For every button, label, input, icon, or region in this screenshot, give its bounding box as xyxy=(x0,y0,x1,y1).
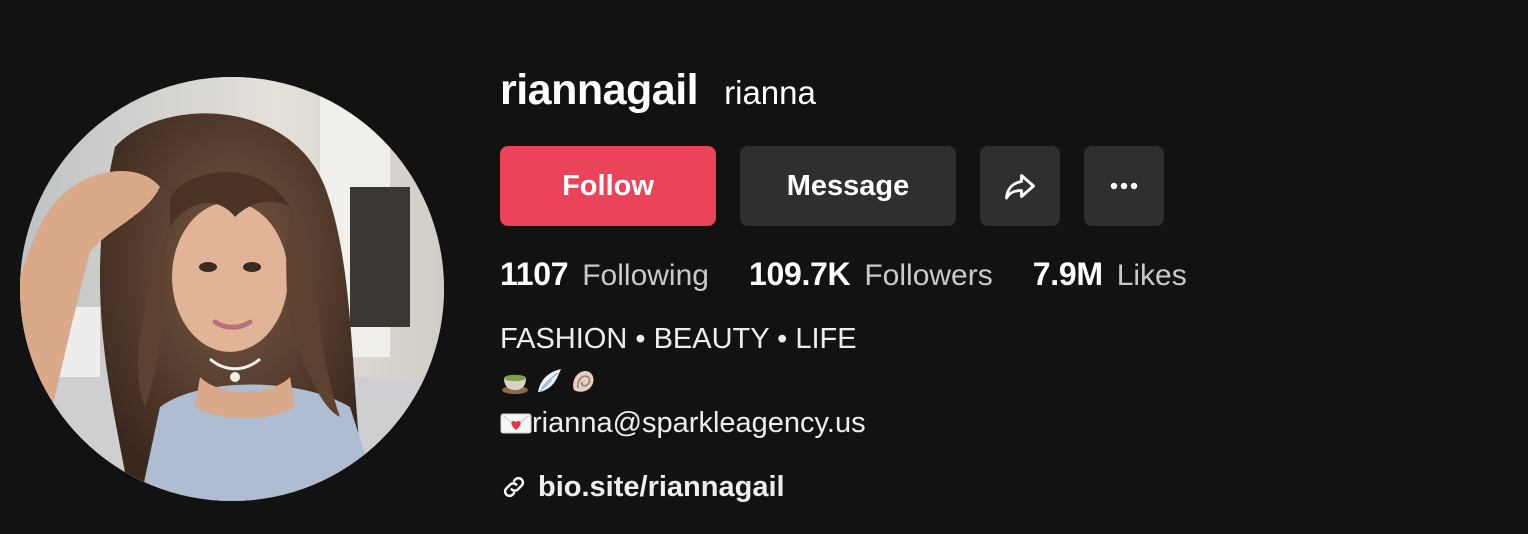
stat-label: Following xyxy=(582,259,709,292)
bio-email: rianna@sparkleagency.us xyxy=(532,407,866,439)
bio-emojis xyxy=(500,360,1500,402)
stat-followers[interactable]: 109.7K Followers xyxy=(749,256,993,293)
stat-value: 1107 xyxy=(500,256,569,292)
stat-value: 109.7K xyxy=(748,256,851,292)
link-icon xyxy=(503,476,525,498)
bio-link[interactable]: bio.site/riannagail xyxy=(500,466,1500,508)
stat-label: Followers xyxy=(864,259,993,292)
profile-stats: 1107 Following 109.7K Followers 7.9M Lik… xyxy=(500,256,1500,296)
more-options-button[interactable] xyxy=(1084,146,1164,226)
more-dots-icon xyxy=(1110,182,1138,190)
love-letter-emoji xyxy=(500,413,532,434)
bio-link-text[interactable]: bio.site/riannagail xyxy=(538,471,785,504)
spiral-shell-emoji xyxy=(573,371,594,392)
matcha-bowl-emoji xyxy=(502,374,528,394)
message-button[interactable]: Message xyxy=(740,146,956,226)
share-button[interactable] xyxy=(980,146,1060,226)
profile-header: riannagail rianna Follow Message 1107 Fo… xyxy=(0,0,1528,534)
stat-label: Likes xyxy=(1116,259,1187,292)
stat-value: 7.9M xyxy=(1032,256,1103,292)
bio: FASHION • BEAUTY • LIFE rianna@sparkleag… xyxy=(500,318,1500,444)
avatar-photo xyxy=(20,77,444,501)
stat-following[interactable]: 1107 Following xyxy=(500,256,709,293)
nickname: rianna xyxy=(724,74,816,111)
username: riannagail xyxy=(500,66,699,114)
action-buttons: Follow Message xyxy=(500,146,1500,226)
bio-email-line: rianna@sparkleagency.us xyxy=(500,402,1500,444)
avatar[interactable] xyxy=(20,77,444,501)
share-arrow-icon xyxy=(1005,174,1035,200)
follow-button[interactable]: Follow xyxy=(500,146,716,226)
profile-info: riannagail rianna Follow Message 1107 Fo… xyxy=(500,66,1500,508)
profile-names: riannagail rianna xyxy=(500,66,1500,122)
stat-likes: 7.9M Likes xyxy=(1033,256,1187,293)
bio-tagline: FASHION • BEAUTY • LIFE xyxy=(500,323,857,355)
wing-emoji xyxy=(538,369,561,392)
